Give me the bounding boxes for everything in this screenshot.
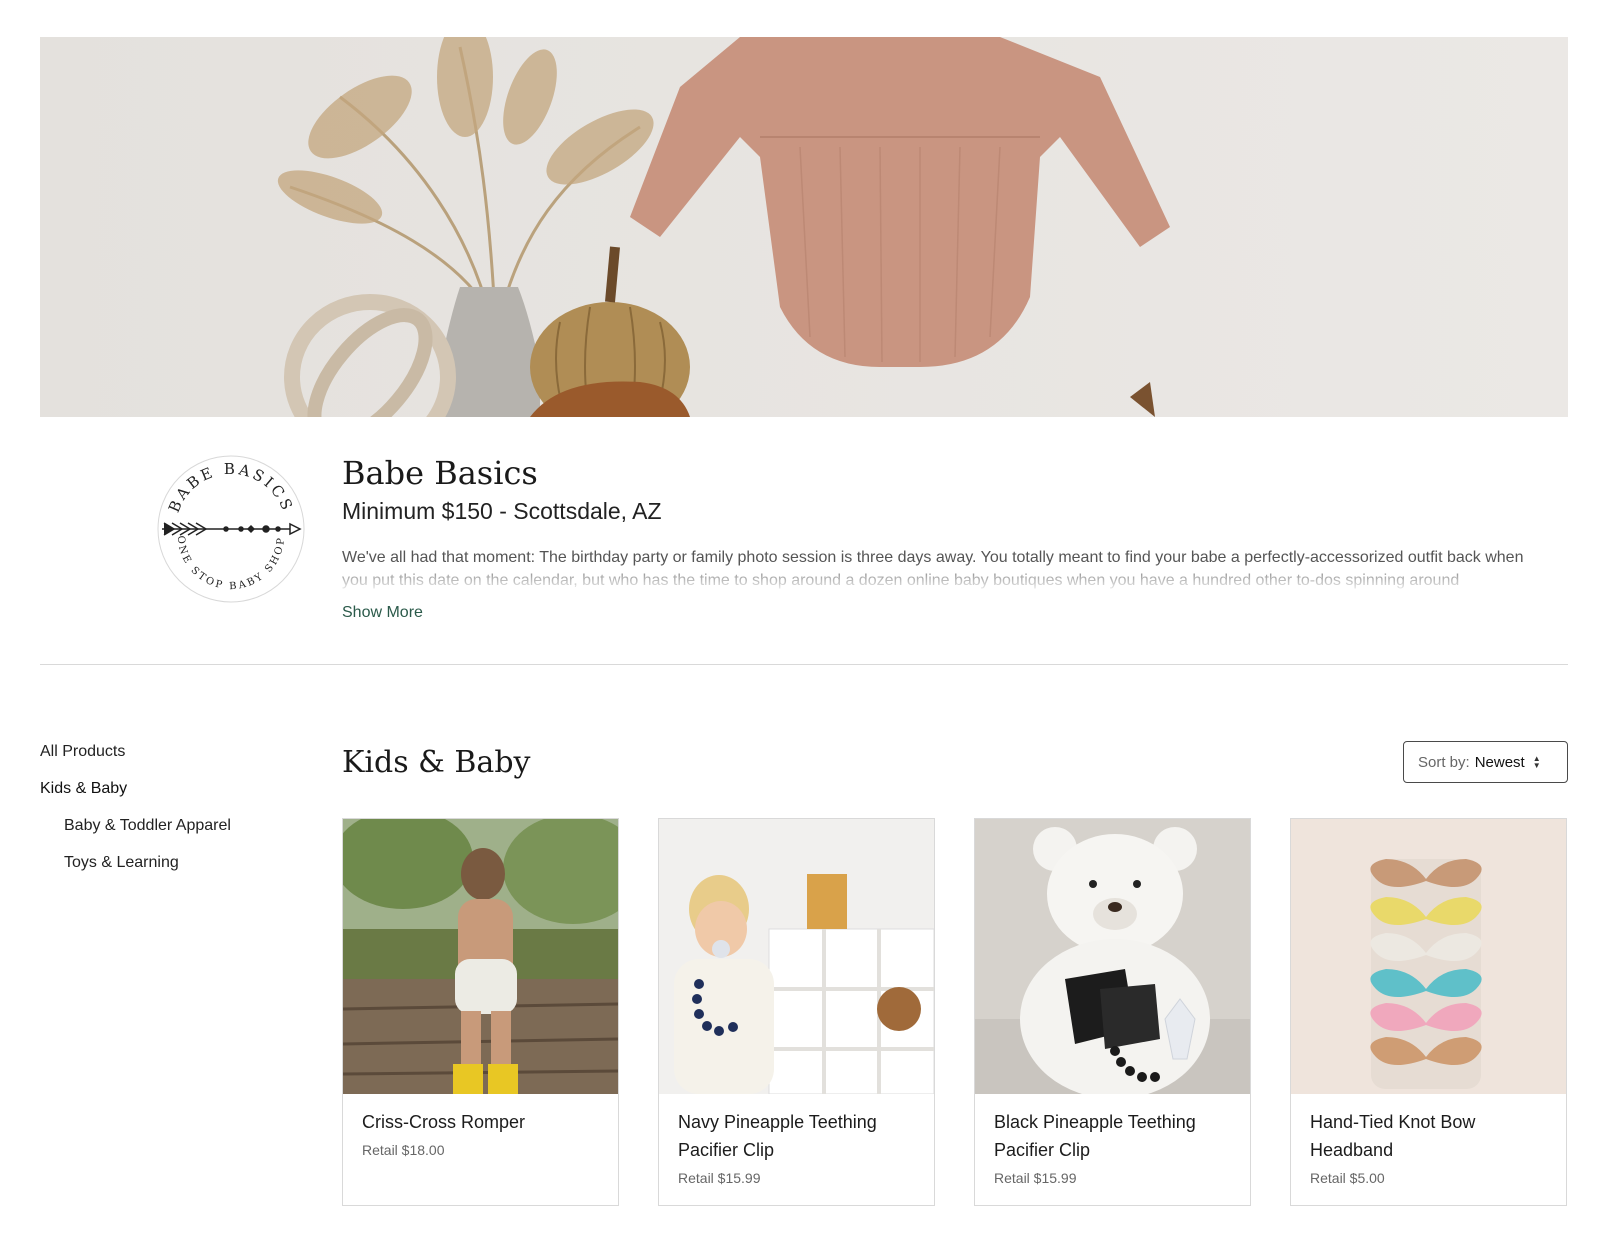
brand-minimum-location: Minimum $150 - Scottsdale, AZ — [342, 498, 662, 524]
sidebar-item-kids-baby[interactable]: Kids & Baby — [40, 779, 320, 816]
sidebar-item-toys-learning[interactable]: Toys & Learning — [40, 853, 320, 890]
sort-label: Sort by: — [1418, 753, 1470, 771]
brand-banner-image — [40, 37, 1568, 417]
sidebar-item-all-products[interactable]: All Products — [40, 742, 320, 779]
brand-description: We've all had that moment: The birthday … — [342, 546, 1552, 592]
product-image-navy-clip[interactable] — [659, 819, 934, 1094]
section-divider — [40, 664, 1568, 665]
product-price: Retail $15.99 — [994, 1170, 1077, 1186]
sort-select[interactable]: Sort by: Newest ▲ ▼ — [1403, 741, 1568, 783]
product-price: Retail $18.00 — [362, 1142, 445, 1158]
product-card[interactable]: Hand-Tied Knot Bow Headband Retail $5.00 — [1290, 818, 1567, 1206]
brand-name: Babe Basics — [342, 454, 538, 492]
product-name[interactable]: Criss-Cross Romper — [343, 1094, 618, 1136]
product-image-black-clip[interactable] — [975, 819, 1250, 1094]
product-price: Retail $5.00 — [1310, 1170, 1385, 1186]
sort-arrows-icon: ▲ ▼ — [1532, 754, 1541, 770]
product-name[interactable]: Navy Pineapple Teething Pacifier Clip — [659, 1094, 934, 1164]
sort-value: Newest — [1474, 753, 1525, 771]
product-card[interactable]: Criss-Cross Romper Retail $18.00 — [342, 818, 619, 1206]
product-name[interactable]: Black Pineapple Teething Pacifier Clip — [975, 1094, 1250, 1164]
product-name[interactable]: Hand-Tied Knot Bow Headband — [1291, 1094, 1566, 1164]
brand-logo: BABE BASICS ONE STOP BABY SHOP — [156, 454, 306, 604]
product-image-romper[interactable] — [343, 819, 618, 1094]
banner-photo — [40, 37, 1568, 417]
product-image-headband[interactable] — [1291, 819, 1566, 1094]
category-title: Kids & Baby — [342, 745, 531, 780]
babe-basics-logo-icon: BABE BASICS ONE STOP BABY SHOP — [157, 455, 305, 603]
product-price: Retail $15.99 — [678, 1170, 761, 1186]
product-grid: Criss-Cross Romper Retail $18.00 Navy Pi… — [342, 818, 1568, 1206]
product-card[interactable]: Black Pineapple Teething Pacifier Clip R… — [974, 818, 1251, 1206]
product-card[interactable]: Navy Pineapple Teething Pacifier Clip Re… — [658, 818, 935, 1206]
sidebar-item-baby-toddler-apparel[interactable]: Baby & Toddler Apparel — [40, 816, 320, 853]
category-sidebar: All Products Kids & Baby Baby & Toddler … — [40, 742, 320, 890]
show-more-link[interactable]: Show More — [342, 604, 423, 622]
